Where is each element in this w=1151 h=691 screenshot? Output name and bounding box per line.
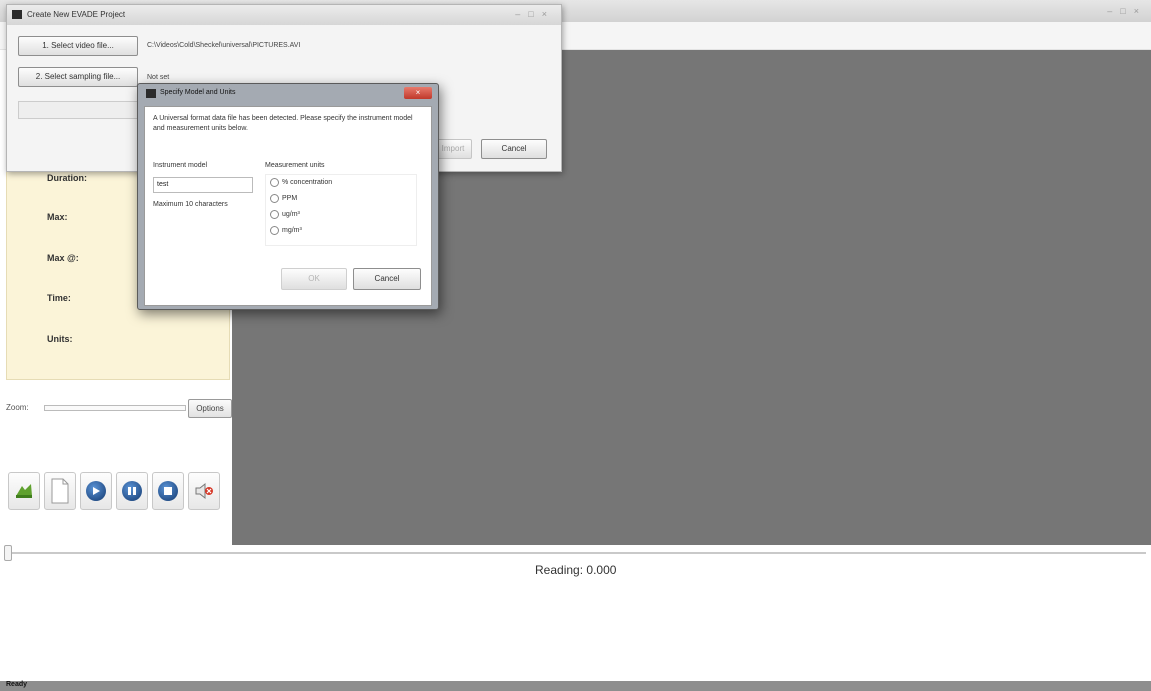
- play-icon: [86, 481, 106, 501]
- time-label: Time:: [47, 293, 71, 303]
- create-dialog-title-bar: Create New EVADE Project – □ ×: [7, 5, 561, 25]
- units-label: Units:: [47, 334, 73, 344]
- select-sampling-button[interactable]: 2. Select sampling file...: [18, 67, 138, 87]
- create-dialog-title: Create New EVADE Project: [27, 10, 126, 19]
- unit-option-ug[interactable]: ug/m³: [270, 209, 300, 220]
- units-label: Measurement units: [265, 162, 325, 169]
- main-window-controls[interactable]: – □ ×: [1107, 6, 1139, 16]
- radio-icon[interactable]: [270, 225, 279, 235]
- unit-option-label: % concentration: [282, 179, 333, 186]
- open-folder-icon: [16, 484, 32, 498]
- reading-value: 0.000: [586, 563, 617, 577]
- reading-display: Reading: 0.000: [535, 563, 616, 577]
- unit-option-label: mg/m³: [282, 227, 302, 234]
- pause-icon: [122, 481, 142, 501]
- import-button[interactable]: Import: [434, 139, 472, 159]
- specify-dialog-title: Specify Model and Units: [160, 89, 236, 96]
- specify-cancel-button[interactable]: Cancel: [353, 268, 421, 290]
- minimize-icon[interactable]: –: [1107, 6, 1112, 16]
- max-at-label: Max @:: [47, 253, 79, 263]
- maximize-icon[interactable]: □: [1120, 6, 1125, 16]
- mute-icon: [195, 482, 213, 500]
- model-input[interactable]: test: [153, 177, 253, 193]
- stop-button[interactable]: [152, 472, 184, 510]
- radio-icon[interactable]: [270, 193, 279, 203]
- specify-dialog-body: A Universal format data file has been de…: [144, 106, 432, 306]
- timeline-track[interactable]: [6, 552, 1146, 554]
- model-hint: Maximum 10 characters: [153, 201, 228, 208]
- unit-option-label: PPM: [282, 195, 298, 202]
- open-button[interactable]: [8, 472, 40, 510]
- status-bar: Ready: [0, 681, 1151, 691]
- timeline-thumb[interactable]: [4, 545, 12, 561]
- unit-option-ppm[interactable]: PPM: [270, 193, 297, 204]
- zoom-label: Zoom:: [6, 403, 29, 412]
- app-icon: [12, 10, 22, 19]
- unit-option-mg[interactable]: mg/m³: [270, 225, 302, 236]
- radio-icon[interactable]: [270, 209, 279, 219]
- unit-option-label: ug/m³: [282, 211, 300, 218]
- specify-model-dialog: Specify Model and Units × A Universal fo…: [137, 83, 439, 310]
- minimize-icon[interactable]: –: [515, 9, 520, 19]
- create-cancel-button[interactable]: Cancel: [481, 139, 547, 159]
- reading-label: Reading:: [535, 563, 584, 577]
- status-text: Ready: [6, 681, 28, 688]
- new-button[interactable]: [44, 472, 76, 510]
- options-button[interactable]: Options: [188, 399, 232, 418]
- mute-button[interactable]: [188, 472, 220, 510]
- maximize-icon[interactable]: □: [528, 9, 533, 19]
- play-button[interactable]: [80, 472, 112, 510]
- zoom-slider[interactable]: [44, 405, 186, 411]
- video-path-text: C:\Videos\Cold\Sheckel\universal\PICTURE…: [147, 42, 301, 49]
- disabled-field: [18, 101, 138, 119]
- model-label: Instrument model: [153, 162, 208, 169]
- zoom-row: Zoom: Options: [6, 398, 232, 420]
- app-icon: [146, 89, 156, 98]
- close-icon[interactable]: ×: [542, 9, 547, 19]
- close-button[interactable]: ×: [404, 87, 432, 99]
- create-dialog-controls[interactable]: – □ ×: [515, 9, 547, 19]
- units-group: % concentration PPM ug/m³ mg/m³: [265, 174, 417, 246]
- sampling-path-text: Not set: [147, 74, 170, 81]
- new-document-icon: [51, 478, 69, 504]
- detection-message: A Universal format data file has been de…: [153, 115, 413, 132]
- ok-button[interactable]: OK: [281, 268, 347, 290]
- select-video-button[interactable]: 1. Select video file...: [18, 36, 138, 56]
- close-icon[interactable]: ×: [1134, 6, 1139, 16]
- stop-icon: [158, 481, 178, 501]
- duration-label: Duration:: [47, 173, 87, 183]
- max-label: Max:: [47, 212, 68, 222]
- pause-button[interactable]: [116, 472, 148, 510]
- radio-icon[interactable]: [270, 177, 279, 187]
- unit-option-percent[interactable]: % concentration: [270, 177, 332, 188]
- playback-toolbar: [8, 472, 230, 512]
